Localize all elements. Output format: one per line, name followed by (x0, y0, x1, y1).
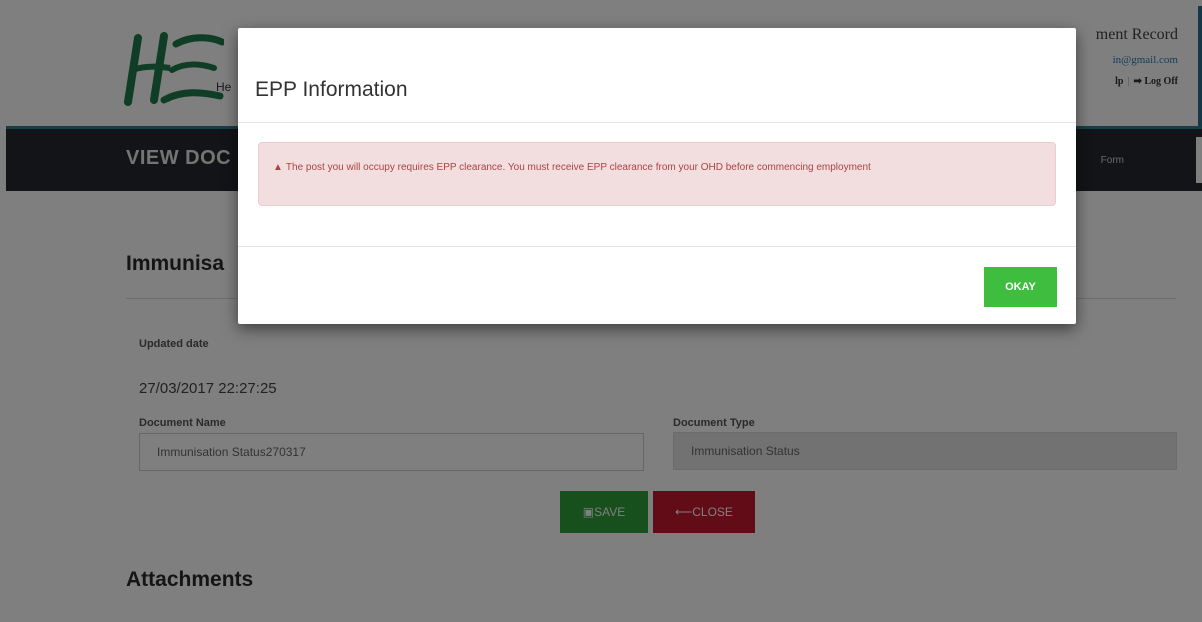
alert-text: The post you will occupy requires EPP cl… (285, 162, 871, 173)
epp-information-modal: EPP Information ▲ The post you will occup… (238, 28, 1076, 324)
modal-title: EPP Information (255, 78, 408, 101)
epp-alert: ▲ The post you will occupy requires EPP c… (258, 142, 1056, 206)
warning-triangle-icon: ▲ (273, 162, 283, 173)
modal-header: EPP Information (238, 28, 1076, 123)
okay-button[interactable]: OKAY (984, 267, 1057, 307)
modal-footer: OKAY (238, 246, 1076, 325)
